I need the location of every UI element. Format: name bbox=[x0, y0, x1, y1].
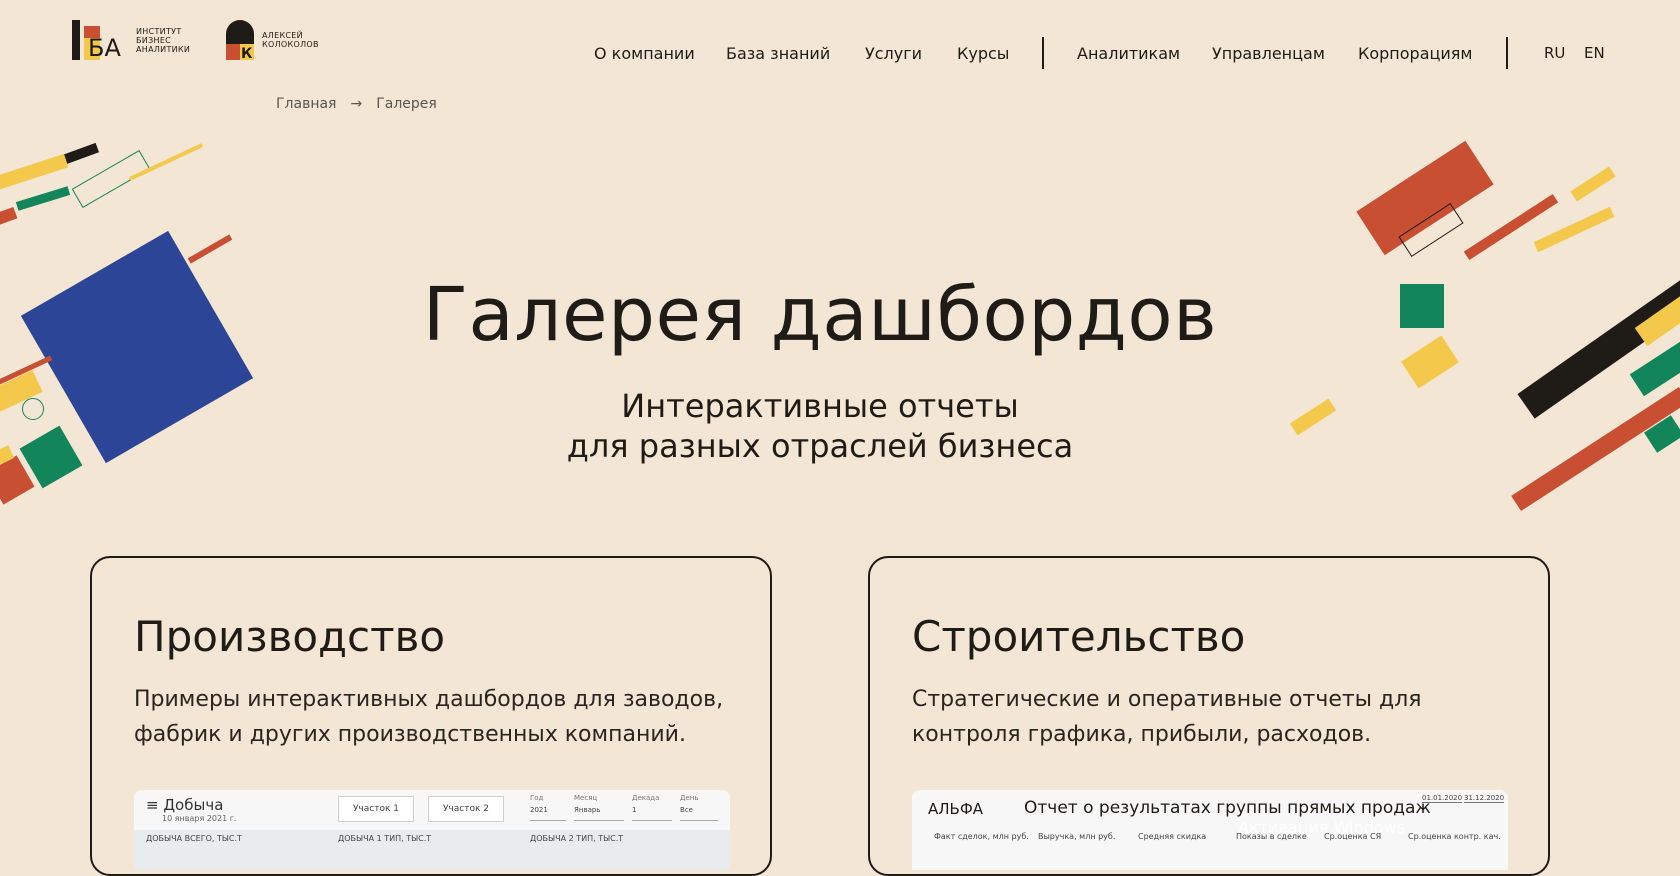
svg-text:К: К bbox=[241, 46, 253, 60]
preview-filter-month: Январь bbox=[574, 806, 624, 821]
dashboard-preview[interactable]: ≡ Добыча 10 января 2021 г. Участок 1 Уча… bbox=[134, 790, 730, 870]
card-manufacturing[interactable]: Производство Примеры интерактивных дашбо… bbox=[90, 556, 772, 876]
preview-site1-button: Участок 1 bbox=[338, 796, 414, 822]
preview-filter-label: Год bbox=[530, 794, 544, 802]
preview-kpi-label: ДОБЫЧА ВСЕГО, ТЫС.Т bbox=[146, 834, 242, 843]
preview-date: 10 января 2021 г. bbox=[162, 814, 237, 823]
deco-red-bar-right bbox=[1463, 193, 1559, 261]
logo-iba-text: ИНСТИТУТ БИЗНЕС АНАЛИТИКИ bbox=[136, 26, 191, 54]
breadcrumb: Главная → Галерея bbox=[276, 96, 437, 112]
lang-en[interactable]: EN bbox=[1584, 44, 1605, 62]
card-description: Стратегические и оперативные отчеты для … bbox=[912, 687, 1422, 747]
subtitle-line-1: Интерактивные отчеты bbox=[621, 387, 1019, 425]
preview-filter-label: Месяц bbox=[574, 794, 598, 802]
preview-date-from: 01.01.2020 bbox=[1422, 794, 1463, 803]
deco-red-line-left bbox=[187, 234, 233, 264]
logo-iba[interactable]: БА ИНСТИТУТ БИЗНЕС АНАЛИТИКИ bbox=[72, 20, 190, 60]
subtitle-line-2: для разных отраслей бизнеса bbox=[566, 427, 1074, 465]
preview-report-title: Отчет о результатах группы прямых продаж bbox=[1024, 798, 1431, 818]
page-title: Галерея дашбордов bbox=[422, 272, 1218, 358]
nav-divider-lang bbox=[1506, 37, 1508, 69]
preview-site2-button: Участок 2 bbox=[428, 796, 504, 822]
windows-activation-watermark: Активация Windows bbox=[1238, 818, 1405, 837]
page-subtitle: Интерактивные отчеты для разных отраслей… bbox=[0, 386, 1640, 466]
iba-logo-mark-icon: БА bbox=[72, 20, 121, 60]
nav-corporations[interactable]: Корпорациям bbox=[1358, 44, 1473, 63]
logo-ak[interactable]: К АЛЕКСЕЙ КОЛОКОЛОВ bbox=[224, 20, 319, 60]
nav-analysts[interactable]: Аналитикам bbox=[1077, 44, 1180, 63]
preview-brand: АЛЬФА bbox=[928, 800, 984, 818]
svg-text:БА: БА bbox=[88, 34, 121, 60]
deco-yellow-bar-right2 bbox=[1533, 206, 1615, 253]
nav-services[interactable]: Услуги bbox=[865, 44, 922, 63]
dashboard-preview[interactable]: АЛЬФА Отчет о результатах группы прямых … bbox=[912, 790, 1508, 870]
lang-ru[interactable]: RU bbox=[1544, 44, 1565, 62]
card-title: Производство bbox=[134, 612, 446, 661]
preview-kpi-label: ДОБЫЧА 1 ТИП, ТЫС.Т bbox=[338, 834, 432, 843]
breadcrumb-arrow-icon: → bbox=[350, 96, 363, 112]
breadcrumb-current: Галерея bbox=[376, 96, 437, 112]
nav-about[interactable]: О компании bbox=[594, 44, 695, 63]
nav-managers[interactable]: Управленцам bbox=[1212, 44, 1325, 63]
logo-ak-text: АЛЕКСЕЙ КОЛОКОЛОВ bbox=[262, 31, 319, 49]
preview-filter-year: 2021 bbox=[530, 806, 566, 821]
card-description: Примеры интерактивных дашбордов для заво… bbox=[134, 687, 724, 747]
preview-filter-decade: 1 bbox=[632, 806, 672, 821]
card-construction[interactable]: Строительство Стратегические и оперативн… bbox=[868, 556, 1550, 876]
deco-yellow-bar-right1 bbox=[1570, 166, 1616, 202]
preview-menu-title: ≡ Добыча bbox=[146, 796, 224, 814]
preview-filter-day: Все bbox=[680, 806, 718, 821]
deco-red-small-left bbox=[0, 206, 18, 226]
card-title: Строительство bbox=[912, 612, 1246, 661]
nav-knowledge-base[interactable]: База знаний bbox=[726, 44, 830, 63]
preview-kpi-label: ДОБЫЧА 2 ТИП, ТЫС.Т bbox=[530, 834, 624, 843]
deco-outline-rect-left bbox=[71, 149, 151, 209]
nav-divider bbox=[1042, 37, 1044, 69]
preview-date-to: 31.12.2020 bbox=[1464, 794, 1505, 803]
deco-yellow-bar-left bbox=[0, 153, 69, 191]
ak-logo-mark-icon: К bbox=[226, 20, 254, 60]
breadcrumb-home[interactable]: Главная bbox=[276, 96, 336, 112]
deco-green-bar-left bbox=[15, 186, 71, 211]
nav-courses[interactable]: Курсы bbox=[957, 44, 1009, 63]
preview-filter-label: День bbox=[680, 794, 699, 802]
preview-filter-label: Декада bbox=[632, 794, 660, 802]
